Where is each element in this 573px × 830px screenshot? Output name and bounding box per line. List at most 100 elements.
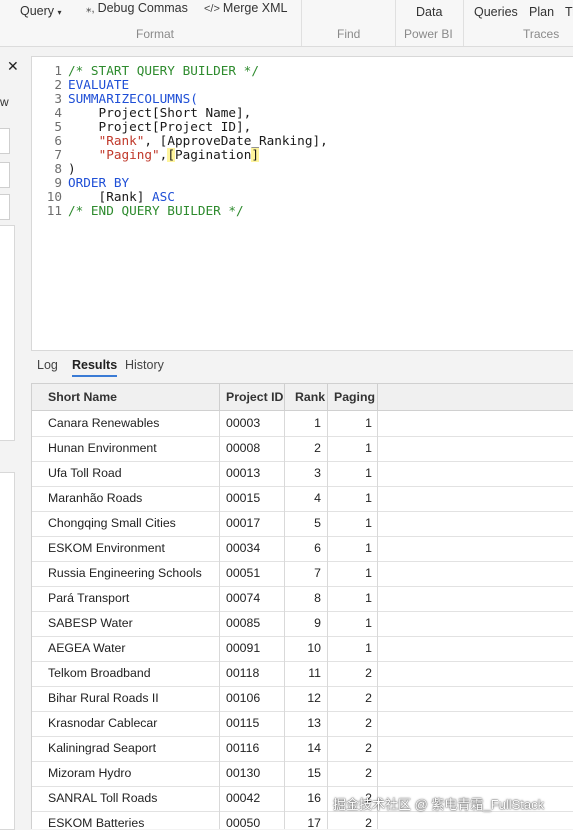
cell-rank[interactable]: 3 — [285, 461, 328, 486]
cell-rank[interactable]: 15 — [285, 761, 328, 786]
code-area[interactable]: 1 /* START QUERY BUILDER */ 2 EVALUATE 3 SU… — [32, 64, 328, 218]
column-header-rank[interactable]: Rank — [285, 384, 328, 410]
cell-project-id[interactable]: 00130 — [220, 761, 285, 786]
table-row[interactable]: Bihar Rural Roads II 00106 12 2 — [32, 686, 573, 712]
table-row[interactable]: Hunan Environment 00008 2 1 — [32, 436, 573, 462]
table-row[interactable]: Mizoram Hydro 00130 15 2 — [32, 761, 573, 787]
tab-results[interactable]: Results — [72, 358, 118, 377]
cell-paging[interactable]: 1 — [328, 536, 378, 561]
cell-rank[interactable]: 13 — [285, 711, 328, 736]
table-row[interactable]: SABESP Water 00085 9 1 — [32, 611, 573, 637]
cell-project-id[interactable]: 00013 — [220, 461, 285, 486]
cell-project-id[interactable]: 00017 — [220, 511, 285, 536]
cell-rank[interactable]: 1 — [285, 411, 328, 436]
tab-history[interactable]: History — [125, 358, 164, 372]
table-row[interactable]: Krasnodar Cablecar 00115 13 2 — [32, 711, 573, 737]
cell-paging[interactable]: 1 — [328, 436, 378, 461]
cell-paging[interactable]: 1 — [328, 511, 378, 536]
cell-project-id[interactable]: 00106 — [220, 686, 285, 711]
cell-project-id[interactable]: 00074 — [220, 586, 285, 611]
rail-tab[interactable] — [0, 128, 10, 154]
cell-short-name[interactable]: Krasnodar Cablecar — [32, 711, 220, 736]
cell-short-name[interactable]: Canara Renewables — [32, 411, 220, 436]
cell-rank[interactable]: 14 — [285, 736, 328, 761]
cell-short-name[interactable]: Telkom Broadband — [32, 661, 220, 686]
cell-rank[interactable]: 9 — [285, 611, 328, 636]
cell-rank[interactable]: 12 — [285, 686, 328, 711]
column-header-project-id[interactable]: Project ID — [220, 384, 285, 410]
debug-commas-button[interactable]: ⁎, Debug Commas — [86, 1, 188, 15]
results-grid[interactable]: Short Name Project ID Rank Paging Canara… — [31, 383, 573, 829]
cell-paging[interactable]: 2 — [328, 761, 378, 786]
cell-short-name[interactable]: Ufa Toll Road — [32, 461, 220, 486]
cell-paging[interactable]: 2 — [328, 661, 378, 686]
cell-short-name[interactable]: ESKOM Environment — [32, 536, 220, 561]
cell-paging[interactable]: 2 — [328, 711, 378, 736]
table-row[interactable]: Russia Engineering Schools 00051 7 1 — [32, 561, 573, 587]
column-header-short-name[interactable]: Short Name — [32, 384, 220, 410]
cell-project-id[interactable]: 00015 — [220, 486, 285, 511]
cell-paging[interactable]: 1 — [328, 586, 378, 611]
cell-short-name[interactable]: Pará Transport — [32, 586, 220, 611]
cell-rank[interactable]: 7 — [285, 561, 328, 586]
cell-project-id[interactable]: 00042 — [220, 786, 285, 811]
cell-short-name[interactable]: SANRAL Toll Roads — [32, 786, 220, 811]
cell-paging[interactable]: 1 — [328, 461, 378, 486]
table-row[interactable]: ESKOM Batteries 00050 17 2 — [32, 811, 573, 829]
cell-paging[interactable]: 1 — [328, 411, 378, 436]
data-button[interactable]: Data — [416, 5, 442, 19]
table-row[interactable]: Pará Transport 00074 8 1 — [32, 586, 573, 612]
plan-button[interactable]: Plan — [529, 5, 554, 19]
cell-rank[interactable]: 4 — [285, 486, 328, 511]
query-dropdown-button[interactable]: Query ▾ — [20, 4, 62, 18]
table-row[interactable]: ESKOM Environment 00034 6 1 — [32, 536, 573, 562]
column-header-paging[interactable]: Paging — [328, 384, 378, 410]
cell-project-id[interactable]: 00034 — [220, 536, 285, 561]
cell-rank[interactable]: 10 — [285, 636, 328, 661]
rail-tab[interactable] — [0, 194, 10, 220]
cell-rank[interactable]: 17 — [285, 811, 328, 829]
cell-paging[interactable]: 1 — [328, 611, 378, 636]
cell-short-name[interactable]: Kaliningrad Seaport — [32, 736, 220, 761]
tab-log[interactable]: Log — [37, 358, 58, 372]
cell-paging[interactable]: 1 — [328, 561, 378, 586]
queries-button[interactable]: Queries — [474, 5, 518, 19]
table-row[interactable]: Ufa Toll Road 00013 3 1 — [32, 461, 573, 487]
cell-project-id[interactable]: 00091 — [220, 636, 285, 661]
cell-project-id[interactable]: 00115 — [220, 711, 285, 736]
cell-rank[interactable]: 6 — [285, 536, 328, 561]
table-row[interactable]: Chongqing Small Cities 00017 5 1 — [32, 511, 573, 537]
cell-project-id[interactable]: 00003 — [220, 411, 285, 436]
cell-project-id[interactable]: 00085 — [220, 611, 285, 636]
cell-project-id[interactable]: 00118 — [220, 661, 285, 686]
cell-short-name[interactable]: Chongqing Small Cities — [32, 511, 220, 536]
tr-button[interactable]: Tr — [565, 5, 573, 19]
cell-paging[interactable]: 2 — [328, 686, 378, 711]
cell-short-name[interactable]: Hunan Environment — [32, 436, 220, 461]
cell-short-name[interactable]: Russia Engineering Schools — [32, 561, 220, 586]
cell-project-id[interactable]: 00116 — [220, 736, 285, 761]
cell-project-id[interactable]: 00051 — [220, 561, 285, 586]
cell-project-id[interactable]: 00050 — [220, 811, 285, 829]
cell-short-name[interactable]: AEGEA Water — [32, 636, 220, 661]
cell-rank[interactable]: 5 — [285, 511, 328, 536]
cell-rank[interactable]: 16 — [285, 786, 328, 811]
cell-paging[interactable]: 2 — [328, 736, 378, 761]
table-row[interactable]: Maranhão Roads 00015 4 1 — [32, 486, 573, 512]
rail-tab[interactable] — [0, 162, 10, 188]
cell-rank[interactable]: 2 — [285, 436, 328, 461]
cell-short-name[interactable]: Mizoram Hydro — [32, 761, 220, 786]
table-row[interactable]: Canara Renewables 00003 1 1 — [32, 411, 573, 437]
table-row[interactable]: Kaliningrad Seaport 00116 14 2 — [32, 736, 573, 762]
cell-short-name[interactable]: Maranhão Roads — [32, 486, 220, 511]
cell-short-name[interactable]: Bihar Rural Roads II — [32, 686, 220, 711]
table-row[interactable]: AEGEA Water 00091 10 1 — [32, 636, 573, 662]
query-editor[interactable]: 1 /* START QUERY BUILDER */ 2 EVALUATE 3 SU… — [31, 56, 573, 351]
cell-paging[interactable]: 1 — [328, 636, 378, 661]
cell-short-name[interactable]: ESKOM Batteries — [32, 811, 220, 829]
cell-paging[interactable]: 1 — [328, 486, 378, 511]
cell-project-id[interactable]: 00008 — [220, 436, 285, 461]
close-icon[interactable]: ✕ — [7, 58, 19, 75]
merge-xml-button[interactable]: </> Merge XML — [204, 1, 288, 15]
cell-rank[interactable]: 8 — [285, 586, 328, 611]
